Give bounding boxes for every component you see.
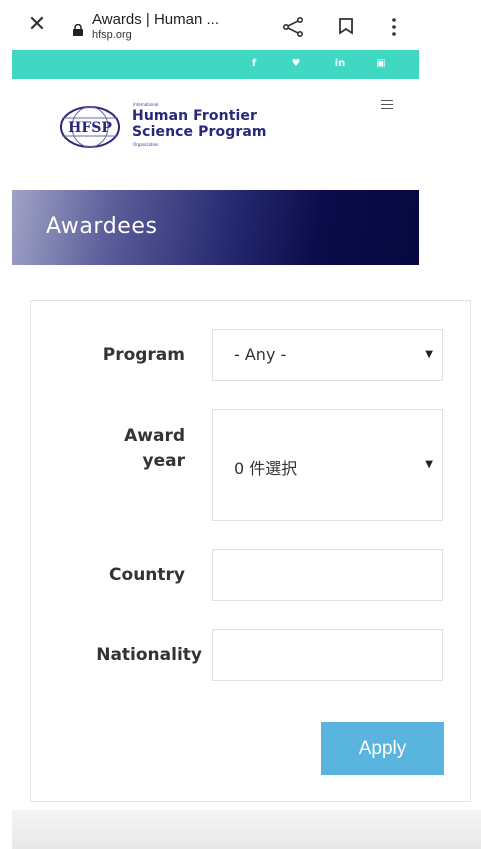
browser-toolbar: ✕ Awards | Human ... hfsp.org [0, 0, 481, 50]
logo-title-line2: Science Program [132, 124, 267, 140]
award-year-label-line2: year [142, 451, 185, 471]
award-year-select[interactable]: 0 件選択 ▼ [212, 409, 443, 521]
award-year-label-line1: Award [124, 426, 185, 446]
awardee-filter-form: Program - Any - ▼ Award year 0 件選択 ▼ Cou… [30, 300, 471, 802]
chevron-down-icon: ▼ [425, 459, 433, 470]
logo-title-line1: Human Frontier [132, 108, 258, 124]
more-menu-icon[interactable] [390, 16, 398, 38]
youtube-icon[interactable]: ▣ [374, 57, 388, 71]
twitter-icon[interactable]: ♥ [289, 57, 303, 71]
page-banner: Awardees [12, 190, 419, 265]
chevron-down-icon: ▼ [425, 349, 433, 360]
url-text[interactable]: hfsp.org [92, 29, 132, 41]
nationality-label: Nationality [96, 645, 202, 665]
country-label: Country [109, 565, 185, 585]
hamburger-menu-icon[interactable] [381, 100, 393, 109]
linkedin-icon[interactable]: in [332, 57, 348, 71]
facebook-icon[interactable]: f [249, 57, 259, 71]
logo-tagline-top: International [133, 102, 159, 107]
tab-title: Awards | Human ... [92, 11, 220, 28]
apply-button[interactable]: Apply [321, 722, 444, 775]
award-year-selected-value: 0 件選択 [234, 459, 298, 478]
bookmark-icon[interactable] [338, 17, 354, 35]
close-icon[interactable]: ✕ [26, 14, 48, 36]
program-label: Program [102, 345, 185, 365]
program-select[interactable]: - Any - ▼ [212, 329, 443, 381]
emblem-text: HFSP [68, 120, 112, 136]
page-title: Awardees [46, 214, 158, 239]
nationality-field[interactable] [212, 629, 443, 681]
lock-icon [73, 24, 83, 36]
logo-tagline-bottom: Organization [133, 142, 159, 147]
social-links-bar: f ♥ in ▣ [12, 50, 419, 79]
share-icon[interactable] [282, 16, 304, 38]
page-footer-shade [12, 810, 481, 849]
hfsp-emblem-icon: HFSP [60, 106, 120, 148]
country-field[interactable] [212, 549, 443, 601]
program-selected-value: - Any - [234, 345, 287, 364]
